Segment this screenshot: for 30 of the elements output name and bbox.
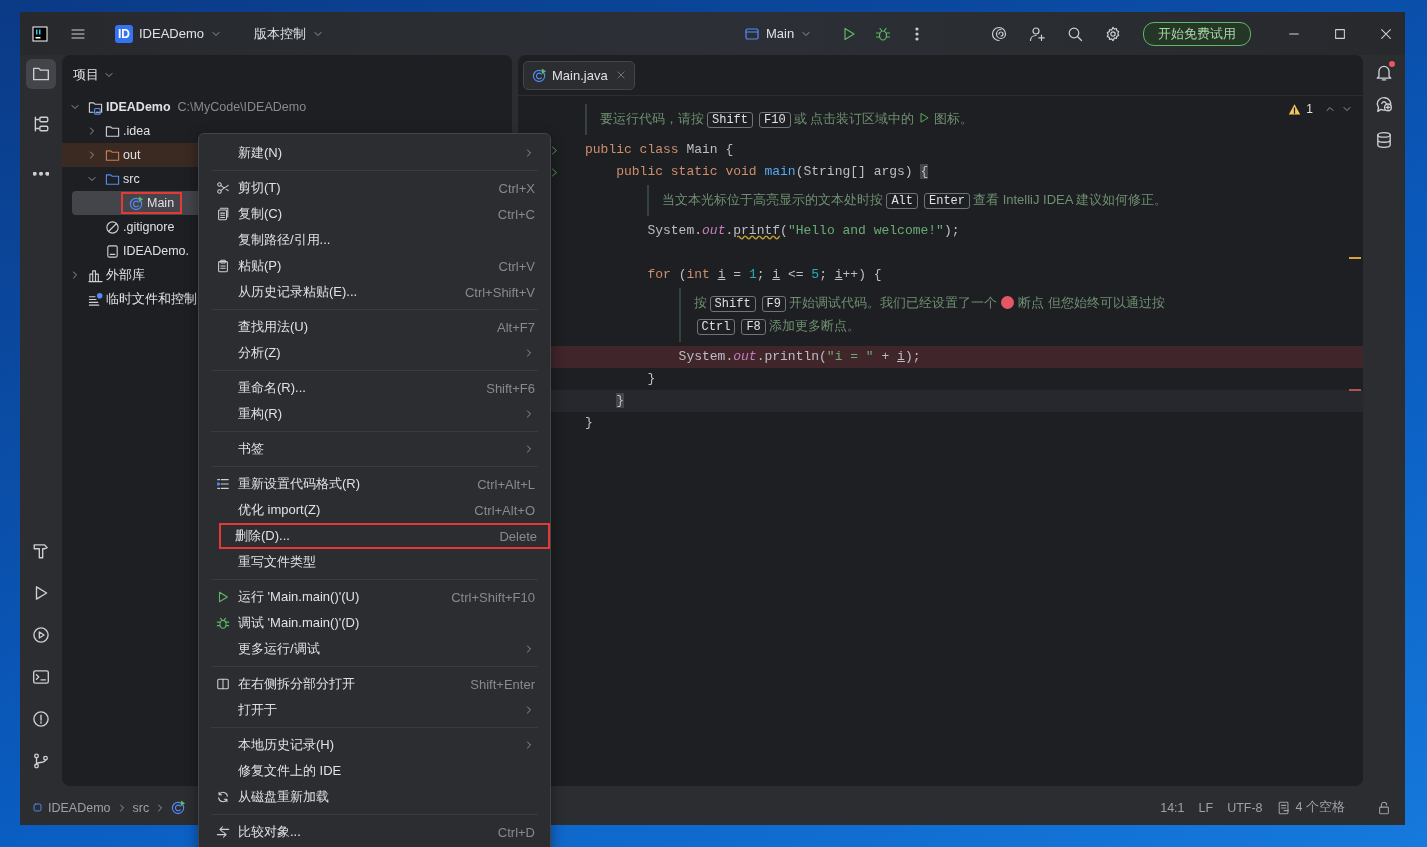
hint-text: 要运行代码，请按: [600, 111, 704, 126]
tree-label: IDEADemo.: [123, 244, 189, 258]
keycap: Shift: [707, 112, 753, 128]
tree-label: out: [123, 148, 141, 162]
hint-text: 查看 IntelliJ IDEA 建议如何修正。: [973, 192, 1168, 207]
hint-text: 当文本光标位于高亮显示的文本处时按: [662, 192, 884, 207]
project-path: C:\MyCode\IDEADemo: [177, 100, 307, 114]
keycap: F8: [741, 319, 766, 335]
keycap: Ctrl: [696, 319, 736, 335]
tree-label: 临时文件和控制: [106, 290, 197, 308]
tree-label: IDEADemo: [106, 100, 171, 114]
tree-label: .gitignore: [123, 220, 175, 234]
keycap: F9: [761, 296, 786, 312]
code-line: System.out.printf("Hello and welcome!");: [646, 222, 961, 240]
hint-text: 开始调试代码。我们已经设置了一个: [789, 295, 997, 310]
keycap: Shift: [709, 296, 756, 312]
tree-label: 外部库: [106, 266, 145, 284]
keycap: F10: [759, 112, 791, 128]
tab-label: Main.java: [552, 67, 608, 83]
tree-label: Main: [147, 196, 175, 210]
hint-text: 按: [693, 295, 707, 310]
code-line: }: [584, 414, 594, 432]
hint-text: 断点 但您始终可以通过按: [1018, 295, 1165, 310]
tree-label: src: [123, 172, 140, 186]
hint-text: 添加更多断点。: [768, 318, 860, 333]
keycap: Enter: [924, 193, 970, 209]
keycap: Alt: [886, 193, 918, 209]
hint-text: 图标。: [934, 111, 974, 126]
hint-text: 或 点击装订区域中的: [793, 111, 915, 126]
tree-label: .idea: [123, 124, 151, 138]
